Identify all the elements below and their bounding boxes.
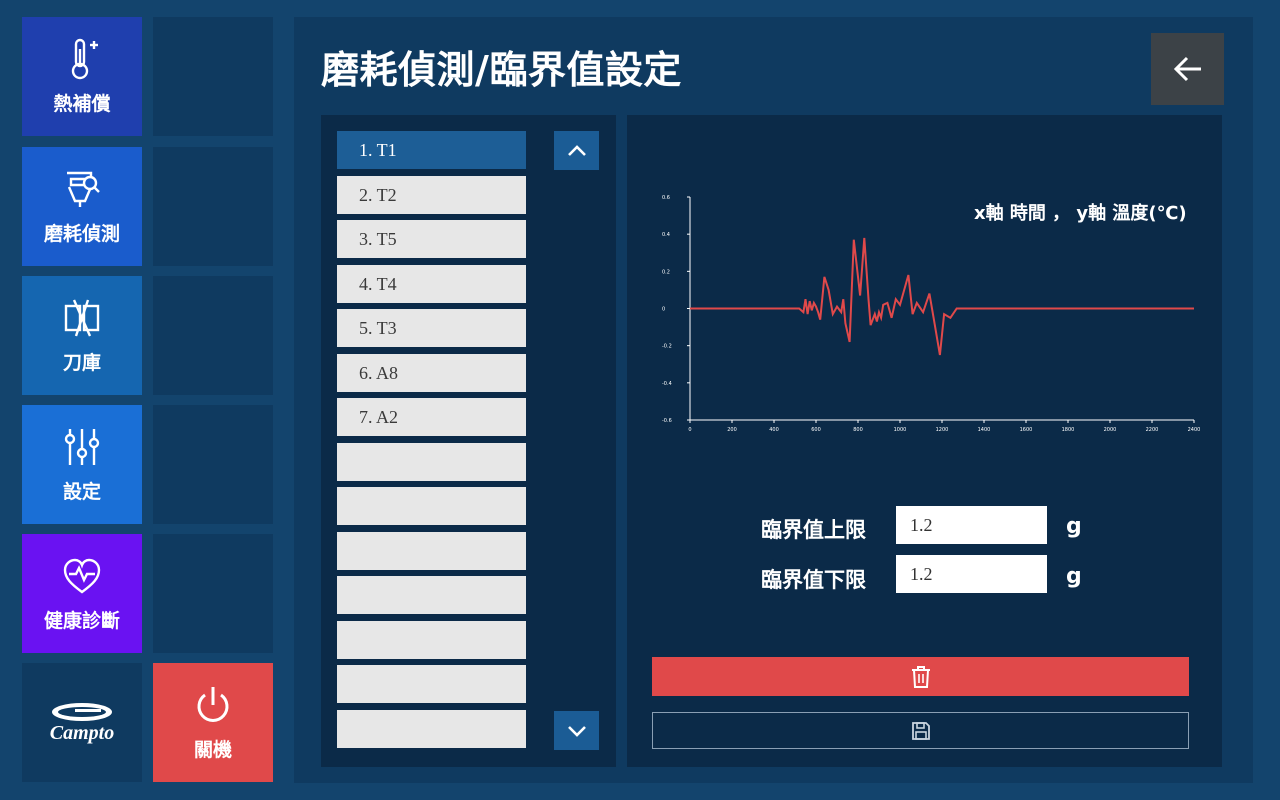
list-item[interactable]: 2. T2 [337,176,526,214]
x-tick-label: 400 [769,427,779,433]
lower-threshold-label: 臨界值下限 [761,568,866,592]
list-item[interactable]: 3. T5 [337,220,526,258]
lower-threshold-unit: g [1066,564,1082,589]
sidebar-item-wear-detection[interactable]: 磨耗偵測 [22,147,142,266]
trash-icon [911,665,930,688]
list-item[interactable] [337,487,526,525]
y-tick-label: 0.2 [662,269,670,275]
y-tick-label: -0.2 [662,344,672,350]
campto-logo: Campto [22,663,142,782]
x-tick-label: 1400 [978,427,991,433]
sliders-icon [64,429,100,465]
list-item[interactable] [337,443,526,481]
chart-title: x軸 時間 ， y軸 溫度(℃) [974,203,1187,224]
line-chart: 0.6 0.4 0.2 0 -0.2 -0.4 -0.6 0 200 400 600 800 1000 1… [662,195,1201,433]
delete-button[interactable] [652,657,1189,696]
sidebar-item-tool-magazine[interactable]: 刀庫 [22,276,142,395]
list-item[interactable]: 6. A8 [337,354,526,392]
y-tick-label: -0.6 [662,418,672,424]
list-item[interactable]: 4. T4 [337,265,526,303]
sidebar-item-health-diagnosis[interactable]: 健康診斷 [22,534,142,653]
lower-threshold-input[interactable] [896,555,1047,593]
upper-threshold-unit: g [1066,514,1082,539]
logo-text: Campto [49,722,115,744]
arrow-left-icon [1173,56,1201,82]
main-panel: 磨耗偵測/臨界值設定 1. T1 2. T2 3. T5 4. T4 5. T3… [294,17,1253,783]
sidebar-item-label: 熱補償 [53,93,111,115]
x-tick-label: 1000 [894,427,907,433]
wear-detect-icon [67,171,100,207]
tool-list-panel: 1. T1 2. T2 3. T5 4. T4 5. T3 6. A8 7. A… [321,115,616,767]
sidebar-item-label: 設定 [62,481,101,503]
x-tick-label: 0 [688,427,691,433]
x-tick-label: 2000 [1104,427,1117,433]
power-off-label: 關機 [193,739,232,761]
sidebar-item-thermal-compensation[interactable]: 熱補償 [22,17,142,136]
scroll-up-button[interactable] [554,131,599,170]
temperature-series-line [690,237,1194,356]
sidebar-item-label: 刀庫 [62,352,101,374]
power-icon [197,687,229,722]
list-item[interactable] [337,532,526,570]
scroll-down-button[interactable] [554,711,599,750]
x-tick-label: 800 [853,427,863,433]
x-tick-label: 1800 [1062,427,1075,433]
list-item[interactable]: 7. A2 [337,398,526,436]
upper-threshold-input[interactable] [896,506,1047,544]
save-icon [911,721,930,740]
back-button[interactable] [1151,33,1224,105]
sidebar-item-label: 健康診斷 [43,610,120,632]
sidebar-item-label: 磨耗偵測 [43,223,120,245]
chevron-up-icon [567,144,586,156]
list-item[interactable]: 5. T3 [337,309,526,347]
thermometer-plus-icon [71,38,98,80]
chart-panel: 0.6 0.4 0.2 0 -0.2 -0.4 -0.6 0 200 400 600 800 1000 1… [627,115,1222,767]
x-tick-label: 1200 [936,427,949,433]
chevron-down-icon [567,725,586,737]
sidebar-blank-tile [153,534,273,653]
list-item[interactable] [337,665,526,703]
list-item[interactable] [337,576,526,614]
y-tick-label: -0.4 [662,381,672,387]
y-tick-label: 0.6 [662,195,670,201]
x-tick-label: 2200 [1146,427,1159,433]
y-tick-label: 0 [662,307,665,313]
sidebar-item-settings[interactable]: 設定 [22,405,142,524]
x-tick-label: 600 [811,427,821,433]
sidebar-blank-tile [153,17,273,136]
power-off-button[interactable]: 關機 [153,663,273,782]
list-item[interactable] [337,621,526,659]
list-item[interactable] [337,710,526,748]
sidebar-blank-tile [153,147,273,266]
upper-threshold-label: 臨界值上限 [761,518,866,542]
campto-logo-mark [52,703,112,721]
list-item[interactable]: 1. T1 [337,131,526,169]
heart-pulse-icon [63,558,101,594]
y-tick-label: 0.4 [662,232,670,238]
save-button[interactable] [652,712,1189,749]
x-tick-label: 200 [727,427,737,433]
sidebar-blank-tile [153,276,273,395]
page-title: 磨耗偵測/臨界值設定 [321,48,682,92]
sidebar-blank-tile [153,405,273,524]
x-tick-label: 1600 [1020,427,1033,433]
tool-magazine-icon [64,299,100,337]
x-tick-label: 2400 [1188,427,1201,433]
